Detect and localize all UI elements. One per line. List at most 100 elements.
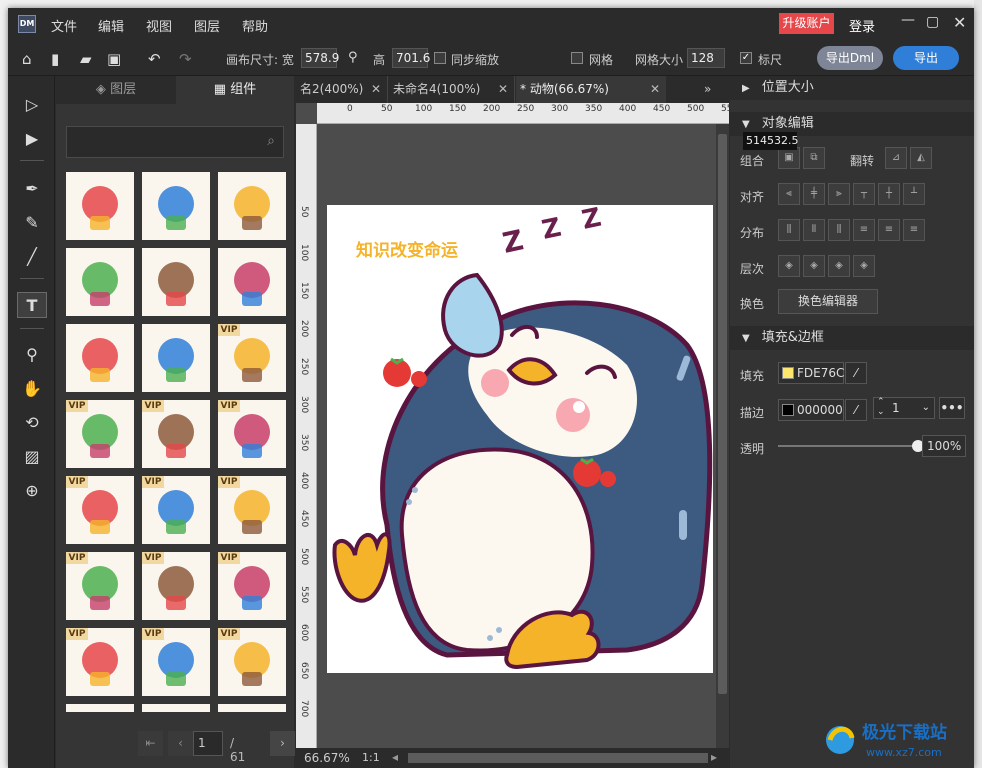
- component-thumb-menu-sign[interactable]: VIP: [218, 324, 286, 392]
- stepper-icon[interactable]: ⌃ ⌄: [877, 397, 885, 417]
- component-thumb-man-standing[interactable]: [142, 172, 210, 240]
- hand-icon[interactable]: ✋: [17, 376, 47, 402]
- align-center-h-icon[interactable]: ╪: [803, 183, 825, 205]
- link-icon[interactable]: ⚲: [348, 50, 358, 65]
- zoom-icon[interactable]: ⊕: [17, 478, 47, 504]
- undo-icon[interactable]: ↶: [148, 50, 161, 68]
- menu-edit[interactable]: 编辑: [98, 16, 124, 35]
- direct-select-icon[interactable]: ▶: [17, 126, 47, 152]
- menu-help[interactable]: 帮助: [242, 16, 268, 35]
- section-fill-border[interactable]: ▼ 填充&边框: [730, 326, 974, 350]
- group-icon[interactable]: ▣: [778, 147, 800, 169]
- eyedropper-icon[interactable]: ⁄: [845, 362, 867, 384]
- close-icon[interactable]: ✕: [498, 76, 508, 103]
- tab-components[interactable]: ▦ 组件: [176, 76, 294, 104]
- save-icon[interactable]: ▣: [107, 50, 121, 68]
- pen-icon[interactable]: ✒: [17, 176, 47, 202]
- distribute-left-icon[interactable]: ⫼: [778, 219, 800, 241]
- component-thumb-woman-sitting[interactable]: [66, 248, 134, 316]
- close-icon[interactable]: ✕: [650, 76, 660, 103]
- scroll-left-icon[interactable]: ◂: [392, 750, 398, 764]
- upgrade-account-button[interactable]: 升级账户: [779, 13, 834, 34]
- distribute-right-icon[interactable]: ⫼: [828, 219, 850, 241]
- canvas-caption[interactable]: 知识改变命运: [356, 236, 458, 261]
- distribute-bottom-icon[interactable]: ≡: [903, 219, 925, 241]
- redo-icon[interactable]: ↷: [179, 50, 192, 68]
- export-dml-button[interactable]: 导出Dml: [817, 46, 883, 70]
- ruler-checkbox[interactable]: ✓: [740, 52, 752, 64]
- vertical-scroll-thumb[interactable]: [718, 134, 727, 694]
- grid-checkbox[interactable]: [571, 52, 583, 64]
- text-tool-icon[interactable]: T: [17, 292, 47, 318]
- component-thumb-sausage-slice[interactable]: VIP: [218, 400, 286, 468]
- close-icon[interactable]: ✕: [953, 13, 966, 32]
- next-page-button[interactable]: ›: [270, 731, 295, 756]
- component-thumb-window[interactable]: VIP: [218, 628, 286, 696]
- ungroup-icon[interactable]: ⧉: [803, 147, 825, 169]
- minimize-icon[interactable]: —: [901, 12, 915, 28]
- eyedropper-icon[interactable]: ⁄: [845, 399, 867, 421]
- component-thumb-partial[interactable]: [218, 704, 286, 712]
- canvas-width-input[interactable]: 578.9: [301, 48, 339, 68]
- vertical-ruler[interactable]: 50 100 150 200 250 300 350 400 450 500 550 600 650 70…: [296, 124, 317, 748]
- swap-color-editor-button[interactable]: 换色编辑器: [778, 289, 878, 314]
- menu-view[interactable]: 视图: [146, 16, 172, 35]
- stroke-width-select[interactable]: ⌃ ⌄ 1 ⌄: [873, 397, 935, 419]
- horizontal-scroll-thumb[interactable]: [408, 753, 708, 763]
- zoom-level[interactable]: 66.67%: [304, 751, 350, 765]
- component-thumb-squid[interactable]: VIP: [66, 628, 134, 696]
- doc-tab-3[interactable]: * 动物(66.67%) ✕: [516, 76, 666, 103]
- component-thumb-cupcake[interactable]: VIP: [142, 476, 210, 544]
- login-button[interactable]: 登录: [849, 16, 875, 35]
- first-page-button[interactable]: ⇤: [138, 731, 163, 756]
- close-icon[interactable]: ✕: [371, 76, 381, 103]
- open-folder-icon[interactable]: ▰: [80, 50, 92, 68]
- component-thumb-dancer[interactable]: [66, 172, 134, 240]
- horizontal-ruler[interactable]: 050100150200250300350400450500550: [317, 103, 738, 124]
- component-thumb-man-pointing[interactable]: [218, 172, 286, 240]
- sync-scale-checkbox[interactable]: [434, 52, 446, 64]
- flip-vertical-icon[interactable]: ⊿: [885, 147, 907, 169]
- pin-icon[interactable]: ⚲: [17, 342, 47, 368]
- send-backward-icon[interactable]: ◈: [828, 255, 850, 277]
- home-icon[interactable]: ⌂: [22, 50, 32, 68]
- opacity-input[interactable]: 100%: [922, 435, 966, 457]
- scroll-right-icon[interactable]: ▸: [711, 750, 717, 764]
- search-icon[interactable]: ⌕: [267, 133, 275, 149]
- grid-size-input[interactable]: 128: [687, 48, 725, 68]
- more-options-icon[interactable]: •••: [939, 397, 965, 419]
- component-thumb-skewer[interactable]: VIP: [218, 552, 286, 620]
- menu-file[interactable]: 文件: [51, 16, 77, 35]
- opacity-slider-track[interactable]: [778, 445, 918, 447]
- component-thumb-bamboo-pot[interactable]: [66, 324, 134, 392]
- bring-front-icon[interactable]: ◈: [778, 255, 800, 277]
- new-file-icon[interactable]: ▮: [51, 50, 59, 68]
- select-arrow-icon[interactable]: ▷: [17, 92, 47, 118]
- component-thumb-tomatoes[interactable]: [142, 248, 210, 316]
- stroke-color-field[interactable]: 000000: [778, 399, 844, 421]
- component-thumb-cactus-pot[interactable]: [142, 324, 210, 392]
- distribute-top-icon[interactable]: ≡: [853, 219, 875, 241]
- brush-icon[interactable]: ╱: [17, 244, 47, 270]
- align-center-v-icon[interactable]: ┼: [878, 183, 900, 205]
- tab-layers[interactable]: ◈ 图层: [56, 76, 176, 104]
- section-position-size[interactable]: ▶ 位置大小: [730, 76, 974, 100]
- page-input[interactable]: 1: [193, 731, 223, 756]
- component-search-input[interactable]: ⌕: [66, 126, 284, 158]
- component-thumb-flower-bowl[interactable]: VIP: [142, 552, 210, 620]
- distribute-center-icon[interactable]: ⦀: [803, 219, 825, 241]
- component-thumb-partial[interactable]: [66, 704, 134, 712]
- maximize-icon[interactable]: ▢: [926, 14, 939, 30]
- align-bottom-icon[interactable]: ┴: [903, 183, 925, 205]
- canvas-height-input[interactable]: 701.6: [392, 48, 430, 68]
- rotate-icon[interactable]: ⟲: [17, 410, 47, 436]
- vertical-scrollbar[interactable]: [716, 124, 729, 748]
- flip-horizontal-icon[interactable]: ◭: [910, 147, 932, 169]
- bring-forward-icon[interactable]: ◈: [803, 255, 825, 277]
- component-thumb-street-lamp[interactable]: VIP: [142, 400, 210, 468]
- prev-page-button[interactable]: ‹: [168, 731, 193, 756]
- component-thumb-school-bus[interactable]: [218, 248, 286, 316]
- component-thumb-crab[interactable]: VIP: [66, 476, 134, 544]
- align-right-icon[interactable]: ⫸: [828, 183, 850, 205]
- distribute-middle-icon[interactable]: ≡: [878, 219, 900, 241]
